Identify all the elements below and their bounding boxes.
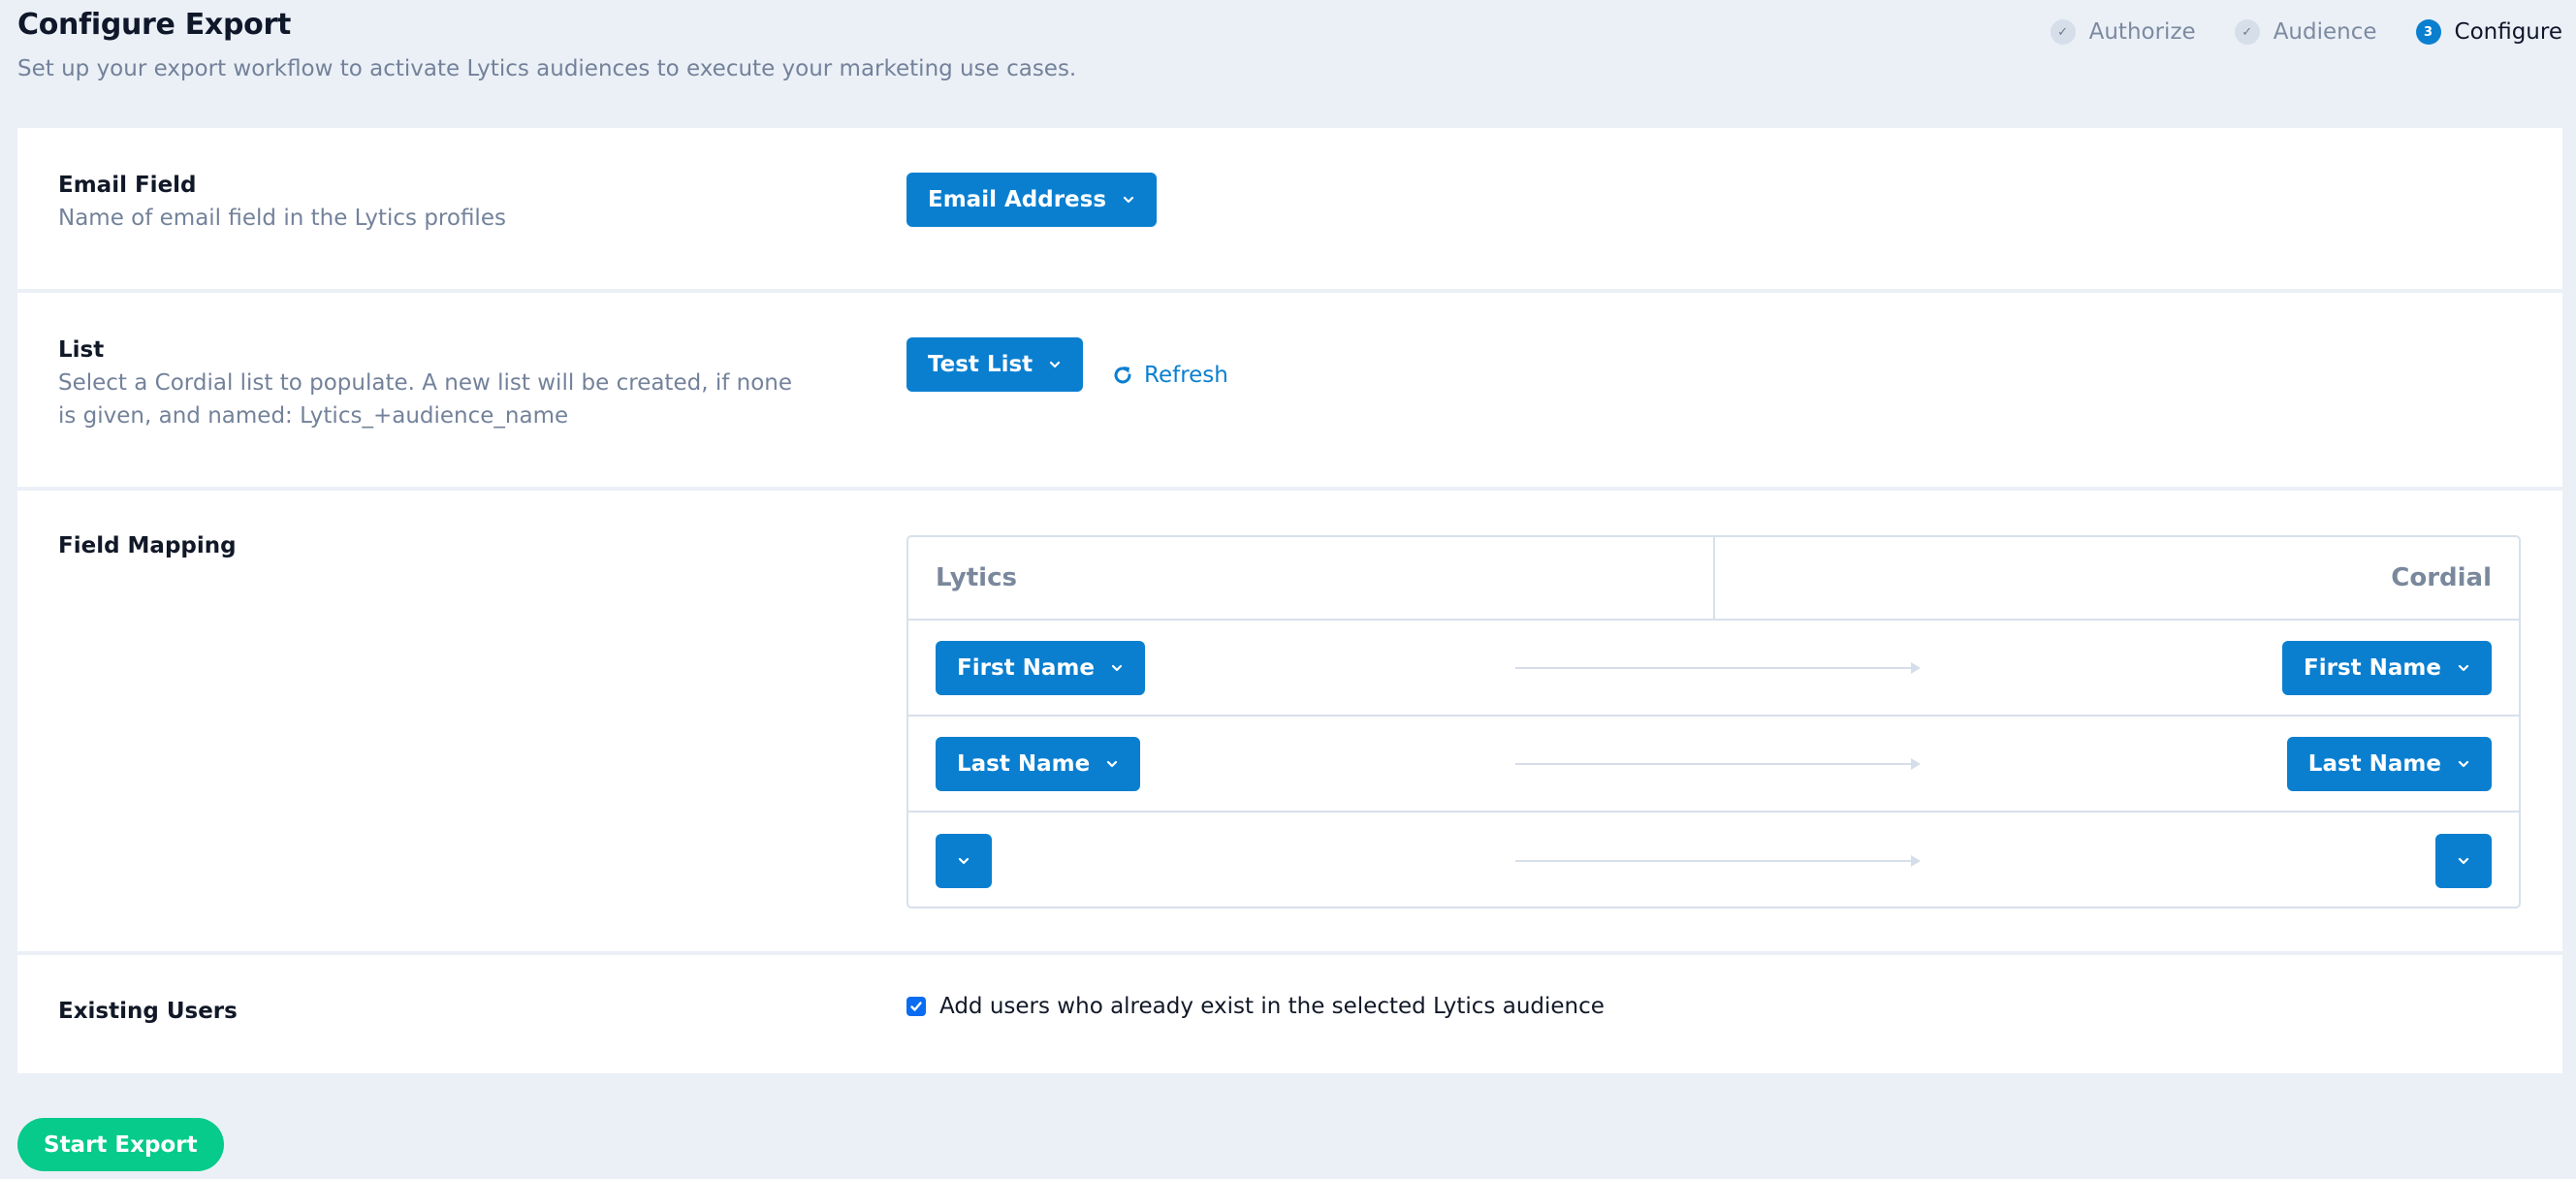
dropdown-value: First Name xyxy=(957,654,1095,681)
list-dropdown[interactable]: Test List xyxy=(906,337,1084,392)
mapping-row-empty xyxy=(908,813,2519,907)
email-field-section: Email Field Name of email field in the L… xyxy=(17,128,2562,289)
mapping-arrow-icon xyxy=(1515,757,1921,770)
check-icon: ✓ xyxy=(2234,19,2260,45)
chevron-down-icon xyxy=(2458,857,2469,864)
mapping-row: Last Name Last Name xyxy=(908,717,2519,813)
chevron-down-icon xyxy=(1123,196,1134,204)
existing-users-label: Existing Users xyxy=(58,999,238,1024)
dropdown-value: Last Name xyxy=(2307,750,2441,777)
existing-users-section: Existing Users Add users who already exi… xyxy=(17,955,2562,1073)
chevron-down-icon xyxy=(2458,760,2469,767)
refresh-label: Refresh xyxy=(1144,363,1228,388)
source-field-dropdown[interactable]: Last Name xyxy=(936,736,1141,791)
list-label: List xyxy=(58,337,105,363)
step-audience[interactable]: ✓ Audience xyxy=(2234,19,2377,45)
dropdown-value: Last Name xyxy=(957,750,1091,777)
chevron-down-icon xyxy=(1107,760,1118,767)
mapping-header: Lytics Cordial xyxy=(908,537,2519,621)
source-field-dropdown[interactable]: First Name xyxy=(936,640,1145,695)
checkmark-icon xyxy=(910,1002,922,1011)
dropdown-value: Test List xyxy=(928,352,1034,377)
chevron-down-icon xyxy=(1050,361,1061,368)
checkbox-label: Add users who already exist in the selec… xyxy=(939,994,1605,1019)
chevron-down-icon xyxy=(958,857,970,864)
chevron-down-icon xyxy=(2458,664,2469,671)
existing-users-checkbox[interactable] xyxy=(906,997,926,1016)
step-label: Authorize xyxy=(2088,19,2196,45)
page-subtitle: Set up your export workflow to activate … xyxy=(17,56,1077,81)
email-field-dropdown[interactable]: Email Address xyxy=(906,173,1158,227)
refresh-icon xyxy=(1114,366,1131,384)
email-field-description: Name of email field in the Lytics profil… xyxy=(58,206,506,231)
field-mapping-label: Field Mapping xyxy=(58,533,237,558)
config-card: Email Field Name of email field in the L… xyxy=(17,128,2562,1073)
mapping-row: First Name First Name xyxy=(908,621,2519,717)
dropdown-value: Email Address xyxy=(928,187,1107,212)
step-label: Configure xyxy=(2454,19,2562,45)
cordial-column-header: Cordial xyxy=(2391,563,2492,592)
existing-users-option[interactable]: Add users who already exist in the selec… xyxy=(906,994,1605,1019)
target-field-dropdown[interactable] xyxy=(2435,833,2492,888)
step-authorize[interactable]: ✓ Authorize xyxy=(2050,19,2196,45)
step-configure[interactable]: 3 Configure xyxy=(2415,19,2562,45)
configure-export-page: Configure Export Set up your export work… xyxy=(0,0,2576,1179)
list-description: Select a Cordial list to populate. A new… xyxy=(58,370,793,429)
target-field-dropdown[interactable]: First Name xyxy=(2282,640,2492,695)
step-label: Audience xyxy=(2273,19,2377,45)
source-field-dropdown[interactable] xyxy=(936,833,992,888)
page-title: Configure Export xyxy=(17,8,292,42)
lytics-column-header: Lytics xyxy=(908,537,1715,619)
chevron-down-icon xyxy=(1111,664,1123,671)
target-field-dropdown[interactable]: Last Name xyxy=(2286,736,2492,791)
email-field-label: Email Field xyxy=(58,173,197,198)
check-icon: ✓ xyxy=(2050,19,2076,45)
list-section: List Select a Cordial list to populate. … xyxy=(17,293,2562,487)
step-number-icon: 3 xyxy=(2415,19,2441,45)
dropdown-value: First Name xyxy=(2304,654,2441,681)
progress-steps: ✓ Authorize ✓ Audience 3 Configure xyxy=(2050,19,2562,45)
mapping-arrow-icon xyxy=(1515,854,1921,867)
mapping-arrow-icon xyxy=(1515,661,1921,674)
field-mapping-table: Lytics Cordial First Name First Name Las… xyxy=(906,535,2521,908)
start-export-button[interactable]: Start Export xyxy=(17,1118,224,1171)
field-mapping-section: Field Mapping Lytics Cordial First Name xyxy=(17,491,2562,951)
refresh-button[interactable]: Refresh xyxy=(1111,363,1228,388)
